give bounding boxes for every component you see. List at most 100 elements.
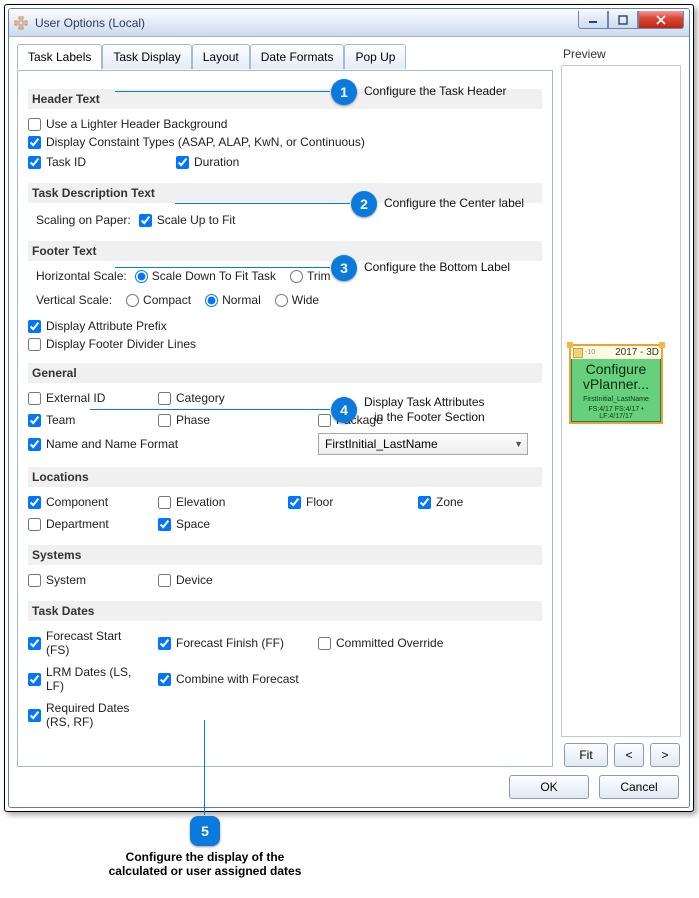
lbl-forecast-start: Forecast Start (FS) (46, 629, 140, 657)
callout-marker-5: 5 (190, 816, 220, 846)
maximize-button[interactable] (608, 11, 638, 29)
ok-button[interactable]: OK (509, 775, 589, 799)
tab-bar: Task Labels Task Display Layout Date For… (15, 43, 555, 68)
callout-text-3: Configure the Bottom Label (364, 260, 510, 274)
chk-scale-up[interactable] (139, 214, 152, 227)
callout-line-3 (115, 267, 330, 268)
radio-hscale-trim[interactable] (290, 270, 303, 283)
cancel-button[interactable]: Cancel (599, 775, 679, 799)
lbl-footer-dividers: Display Footer Divider Lines (46, 337, 196, 351)
lbl-external-id: External ID (46, 391, 105, 405)
tab-layout[interactable]: Layout (192, 44, 250, 69)
next-button[interactable]: > (650, 743, 680, 767)
lbl-space: Space (176, 517, 210, 531)
lbl-required-dates: Required Dates (RS, RF) (46, 701, 140, 729)
chk-task-id[interactable] (28, 156, 41, 169)
lbl-hscale-fit: Scale Down To Fit Task (152, 269, 276, 283)
lbl-component: Component (46, 495, 108, 509)
section-footer-text: Footer Text (28, 241, 542, 261)
chk-package[interactable] (318, 414, 331, 427)
preview-task-footer2: FS:4/17 FS:4/17 • LF:4/17/17 (571, 405, 661, 422)
radio-vscale-compact[interactable] (126, 294, 139, 307)
radio-vscale-normal[interactable] (205, 294, 218, 307)
lbl-vscale: Vertical Scale: (36, 293, 112, 307)
chk-lighter-header[interactable] (28, 118, 41, 131)
prev-button[interactable]: < (614, 743, 644, 767)
chk-phase[interactable] (158, 414, 171, 427)
lbl-category: Category (176, 391, 225, 405)
lbl-combine-forecast: Combine with Forecast (176, 672, 299, 686)
minimize-button[interactable] (578, 11, 608, 29)
chk-category[interactable] (158, 392, 171, 405)
chk-committed-override[interactable] (318, 637, 331, 650)
lbl-v-compact: Compact (143, 293, 191, 307)
tab-task-labels[interactable]: Task Labels (17, 44, 102, 69)
lbl-attr-prefix: Display Attribute Prefix (46, 319, 167, 333)
chk-device[interactable] (158, 574, 171, 587)
lbl-scale-up: Scale Up to Fit (157, 213, 236, 227)
chk-system[interactable] (28, 574, 41, 587)
titlebar: User Options (Local) (9, 9, 689, 37)
chk-external-id[interactable] (28, 392, 41, 405)
lbl-phase: Phase (176, 413, 210, 427)
callout-text-4a: Display Task Attributes (364, 395, 485, 409)
lbl-v-wide: Wide (292, 293, 319, 307)
chk-required-dates[interactable] (28, 709, 41, 722)
chk-department[interactable] (28, 518, 41, 531)
preview-task-icon (573, 348, 583, 358)
chk-constraint-types[interactable] (28, 136, 41, 149)
preview-task-footer1: FirstInitial_LastName (571, 395, 661, 405)
callout-marker-2: 2 (351, 191, 377, 217)
lbl-elevation: Elevation (176, 495, 225, 509)
lbl-lighter-header: Use a Lighter Header Background (46, 117, 227, 131)
lbl-scaling-on-paper: Scaling on Paper: (36, 213, 131, 227)
chk-elevation[interactable] (158, 496, 171, 509)
lbl-lrm-dates: LRM Dates (LS, LF) (46, 665, 140, 693)
callout-line-4 (90, 409, 330, 410)
chk-name-format[interactable] (28, 438, 41, 451)
lbl-system: System (46, 573, 86, 587)
chk-team[interactable] (28, 414, 41, 427)
section-locations: Locations (28, 467, 542, 487)
preview-task-card: -102017 - 3D Configure vPlanner... First… (569, 344, 663, 424)
app-icon (13, 15, 29, 31)
lbl-hscale: Horizontal Scale: (36, 269, 127, 283)
chk-floor[interactable] (288, 496, 301, 509)
section-task-dates: Task Dates (28, 601, 542, 621)
chk-forecast-finish[interactable] (158, 637, 171, 650)
tab-task-display[interactable]: Task Display (102, 44, 191, 69)
chk-component[interactable] (28, 496, 41, 509)
radio-vscale-wide[interactable] (275, 294, 288, 307)
chk-duration[interactable] (176, 156, 189, 169)
chk-attr-prefix[interactable] (28, 320, 41, 333)
radio-hscale-fit[interactable] (135, 270, 148, 283)
lbl-name-format: Name and Name Format (46, 437, 178, 451)
callout-line-2 (175, 203, 350, 204)
lbl-task-id: Task ID (46, 155, 86, 169)
chk-space[interactable] (158, 518, 171, 531)
lbl-committed-override: Committed Override (336, 636, 443, 650)
preview-task-header-text: 2017 - 3D (615, 347, 659, 358)
fit-button[interactable]: Fit (564, 743, 608, 767)
select-name-format-value: FirstInitial_LastName (325, 437, 438, 451)
tab-pop-up[interactable]: Pop Up (344, 44, 406, 69)
section-general: General (28, 363, 542, 383)
callout-text-1: Configure the Task Header (364, 84, 507, 98)
chk-combine-forecast[interactable] (158, 673, 171, 686)
chk-zone[interactable] (418, 496, 431, 509)
close-button[interactable] (638, 11, 684, 29)
lbl-device: Device (176, 573, 213, 587)
chk-lrm-dates[interactable] (28, 673, 41, 686)
lbl-floor: Floor (306, 495, 333, 509)
callout-marker-4: 4 (331, 397, 357, 423)
chk-forecast-start[interactable] (28, 637, 41, 650)
tab-date-formats[interactable]: Date Formats (250, 44, 345, 69)
lbl-zone: Zone (436, 495, 463, 509)
callout-line-1 (115, 91, 330, 92)
lbl-team: Team (46, 413, 75, 427)
preview-label: Preview (561, 43, 683, 65)
preview-task-main: Configure vPlanner... (571, 359, 661, 395)
chk-footer-dividers[interactable] (28, 338, 41, 351)
select-name-format[interactable]: FirstInitial_LastName ▼ (318, 433, 528, 455)
chevron-down-icon: ▼ (514, 439, 523, 449)
